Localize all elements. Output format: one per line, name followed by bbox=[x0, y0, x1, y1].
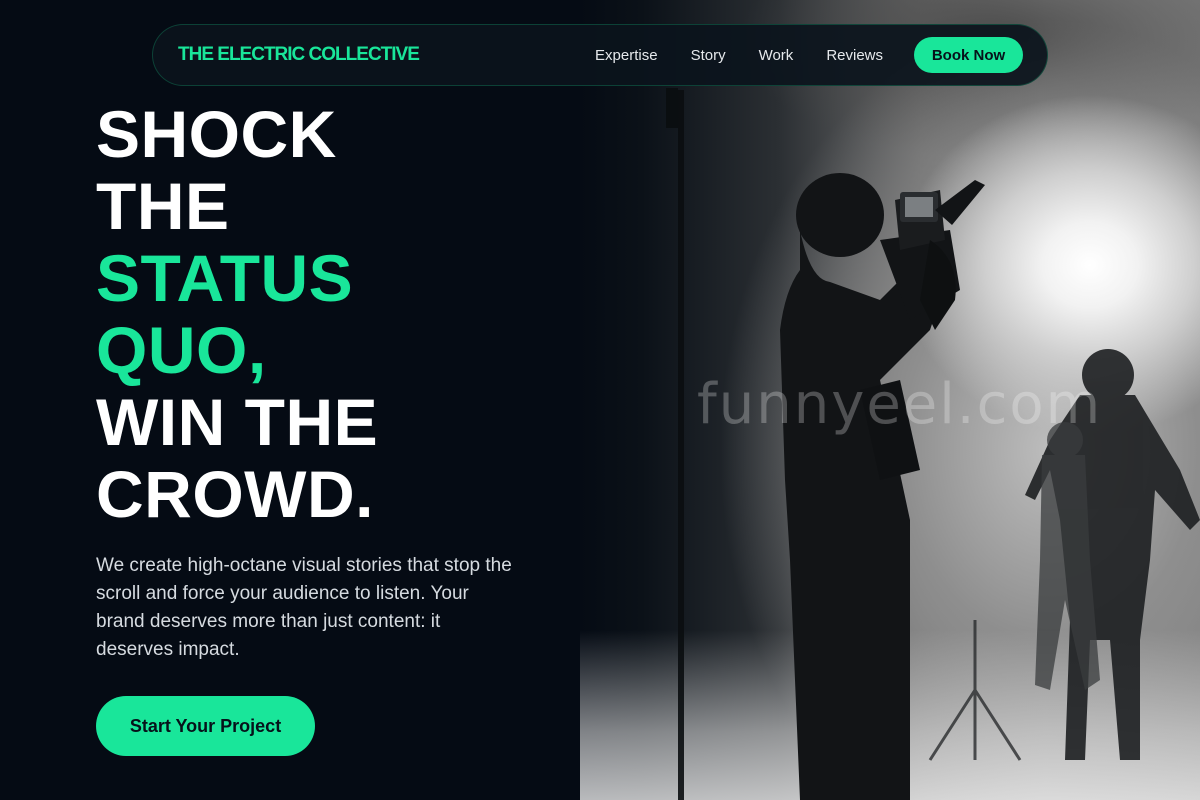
hero-headline: SHOCK THE STATUS QUO, WIN THE CROWD. bbox=[96, 98, 378, 530]
book-now-button[interactable]: Book Now bbox=[914, 37, 1023, 73]
nav-link-work[interactable]: Work bbox=[759, 47, 794, 64]
headline-line: SHOCK bbox=[96, 97, 337, 171]
start-project-button[interactable]: Start Your Project bbox=[96, 696, 315, 756]
headline-line: THE bbox=[96, 169, 230, 243]
nav-links: Expertise Story Work Reviews bbox=[595, 47, 883, 64]
headline-line: CROWD. bbox=[96, 457, 374, 531]
hero-image: funnyeel.com bbox=[580, 0, 1200, 800]
headline-line: WIN THE bbox=[96, 385, 379, 459]
headline-line-accent: QUO, bbox=[96, 313, 267, 387]
nav-link-story[interactable]: Story bbox=[691, 47, 726, 64]
watermark-text: funnyeel.com bbox=[697, 372, 1103, 437]
brand-logo[interactable]: THE ELECTRIC COLLECTIVE bbox=[178, 44, 420, 66]
headline-line-accent: STATUS bbox=[96, 241, 354, 315]
hero-subtext: We create high-octane visual stories tha… bbox=[96, 555, 512, 660]
top-navbar: THE ELECTRIC COLLECTIVE Expertise Story … bbox=[152, 24, 1048, 86]
nav-link-reviews[interactable]: Reviews bbox=[826, 47, 883, 64]
nav-link-expertise[interactable]: Expertise bbox=[595, 47, 658, 64]
